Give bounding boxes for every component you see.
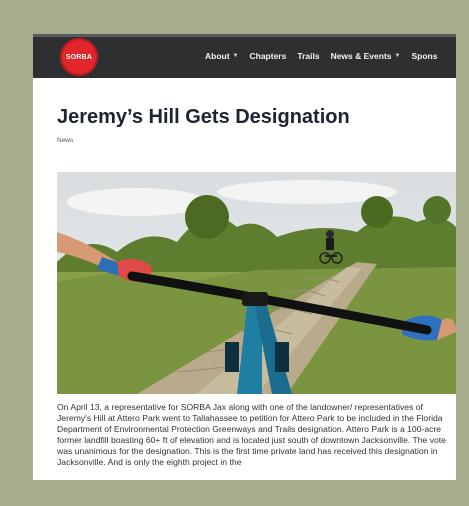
nav-item-chapters[interactable]: Chapters (250, 51, 287, 61)
nav-item-label: Spons (411, 51, 438, 61)
article-body: On April 13, a representative for SORBA … (57, 402, 446, 467)
chevron-down-icon: ▼ (232, 53, 239, 59)
nav-item-label: Chapters (249, 51, 287, 61)
main-nav: About ▼ Chapters Trails News & Events ▼ … (205, 34, 448, 78)
site-header: SORBA About ▼ Chapters Trails News & Eve… (33, 34, 456, 78)
article-category-link[interactable]: News (57, 137, 73, 144)
article-hero-image (57, 172, 456, 394)
nav-item-trails[interactable]: Trails (297, 51, 319, 61)
nav-item-news-events[interactable]: News & Events ▼ (331, 51, 401, 61)
nav-item-about[interactable]: About ▼ (205, 51, 239, 61)
sorba-logo[interactable]: SORBA (60, 38, 98, 76)
nav-item-label: News & Events (330, 51, 392, 61)
trail-photo (57, 172, 456, 394)
article-title: Jeremy’s Hill Gets Designation (57, 106, 350, 128)
chevron-down-icon: ▼ (394, 53, 401, 59)
logo-text: SORBA (65, 53, 93, 61)
browser-screenshot: SORBA About ▼ Chapters Trails News & Eve… (33, 34, 456, 480)
nav-item-label: About (205, 51, 230, 61)
nav-item-sponsors[interactable]: Spons (411, 51, 437, 61)
nav-item-label: Trails (297, 51, 320, 61)
